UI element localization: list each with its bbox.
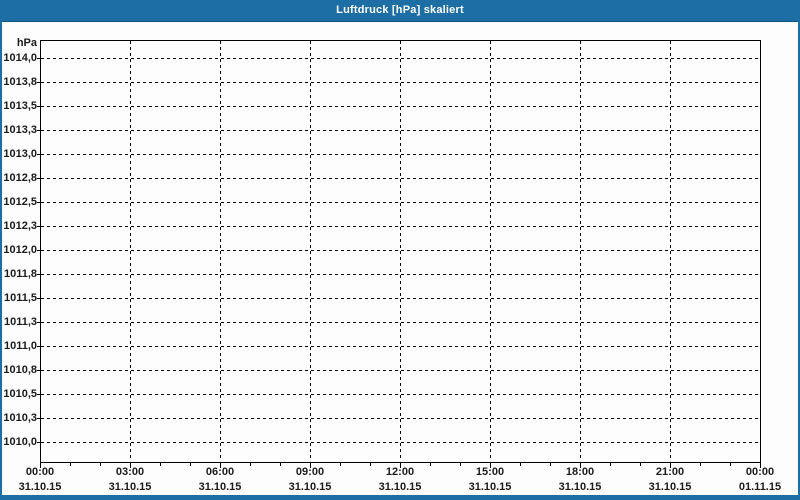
chart-grid: [37, 40, 761, 468]
chart-window: Luftdruck [hPa] skaliert hPa 1014,0 1013,…: [0, 0, 800, 500]
